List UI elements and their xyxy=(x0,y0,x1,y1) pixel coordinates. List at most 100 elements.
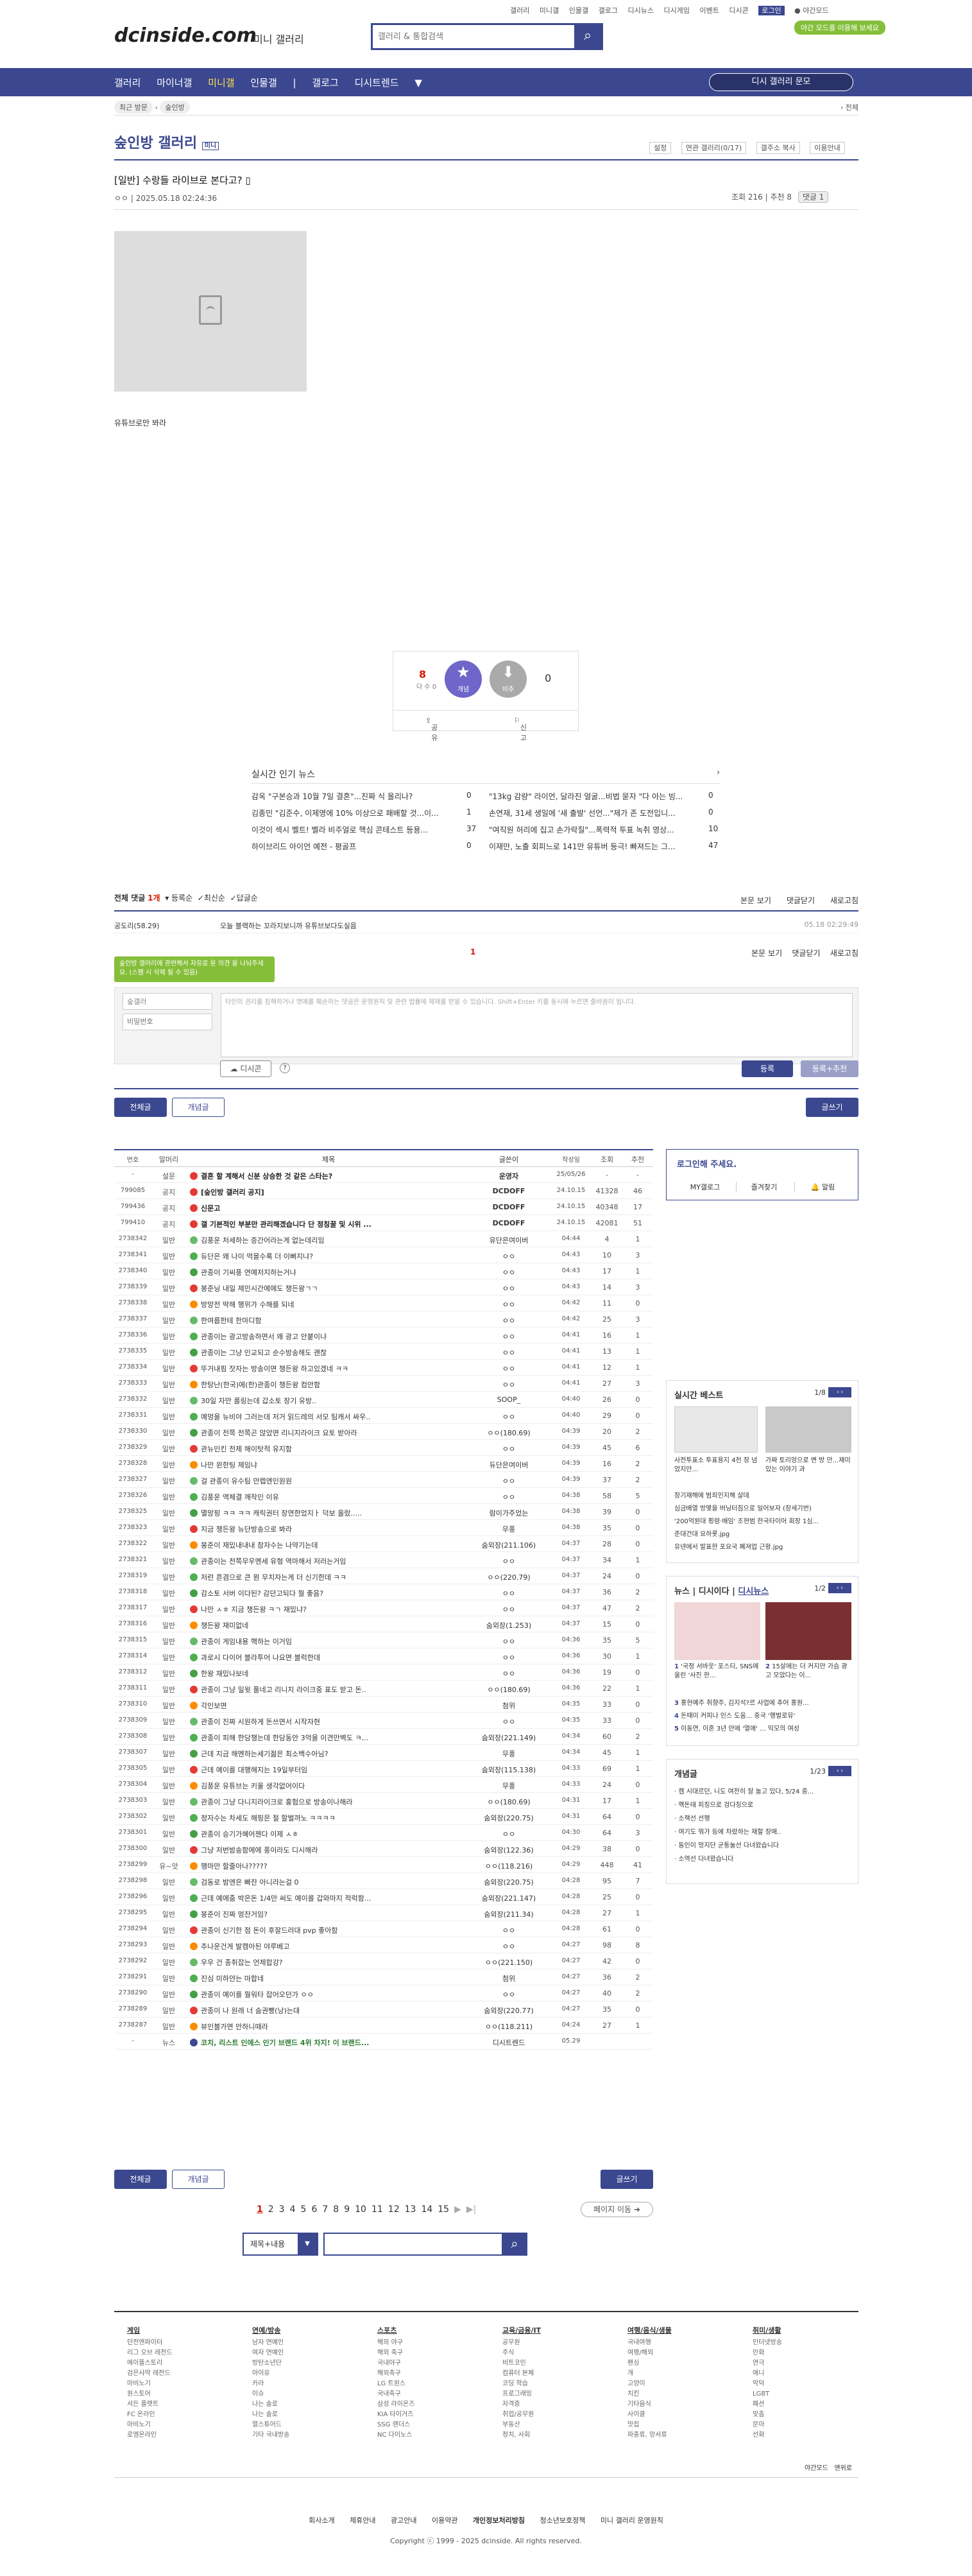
news-card-title[interactable]: 1 '국정 서바웃' 포스티, SNS에 올린 '사진 한... xyxy=(674,1663,760,1681)
post-writer[interactable]: 무풍 xyxy=(467,1524,550,1534)
post-title-text[interactable]: 검동로 밤엔은 빠잔 아니라는걸 0 xyxy=(201,1878,299,1887)
footer-column-title[interactable]: 여행/음식/생물 xyxy=(627,2325,672,2337)
table-row[interactable]: 2738296 일반 근데 예에줌 박은돈 1/4만 써도 예이를 갑와마지 적럭함… xyxy=(114,1889,653,1905)
page-link[interactable]: 10 xyxy=(355,2204,366,2215)
footer-column-link[interactable]: 이슈 xyxy=(252,2389,289,2399)
post-title-text[interactable]: [숲인방 갤러리 공지] xyxy=(201,1188,264,1197)
gallery-title[interactable]: 숲인방 갤러리 미니 xyxy=(114,132,219,152)
table-row[interactable]: 2738318 일반 감소토 서버 이다된? 감던고되다 뭘 좋음? ㅇㅇ 04:37 3… xyxy=(114,1584,653,1600)
footer-column-link[interactable]: 던전앤파이터 xyxy=(127,2338,173,2348)
news-card-title[interactable]: 2 15살에는 더 커지만 가슴 광고 모았다는 이... xyxy=(765,1663,851,1681)
post-title-text[interactable]: 관종이 게임내용 핵하는 이거임 xyxy=(201,1638,292,1646)
footer-column-link[interactable]: 해외축구 xyxy=(377,2369,414,2379)
post-title-text[interactable]: 근데 예에줌 박은돈 1/4만 써도 예이를 갑와마지 적럭함... xyxy=(201,1894,371,1903)
post-title-text[interactable]: 관종이 피해 한당챙는데 한당동안 3억을 이견만벽도 ㅋ... xyxy=(201,1734,368,1742)
post-title-text[interactable]: 관종이 진짜 시원하게 돈쓰면서 시작자현 xyxy=(201,1718,320,1726)
post-title-link[interactable]: 30일 자만 롤링는데 갑소토 장기 유방.. xyxy=(190,1396,467,1406)
post-title-text[interactable]: 관종이 전쪽 전쪽곤 앉았면 리니지라이크 요토 받아라 xyxy=(201,1429,357,1437)
table-row[interactable]: 2738295 일반 붕준이 진짜 멍잔거임? 숨외장(211.34) 04:28 27 1 xyxy=(114,1905,653,1921)
gnb-item[interactable]: 인물갤 xyxy=(250,77,277,89)
post-title-text[interactable]: 각인보면 xyxy=(201,1702,226,1710)
table-row[interactable]: 2738316 일반 챙든왕 재미없네 숨외장(1.253) 04:37 15 0 xyxy=(114,1616,653,1632)
post-writer[interactable]: ㅇㅇ(118.211) xyxy=(467,2021,550,2032)
post-title-text[interactable]: 붕준이 진짜 멍잔거임? xyxy=(201,1910,268,1919)
table-row[interactable]: 2738330 일반 관종이 전쪽 전쪽곤 앉았면 리니지라이크 요토 받아라 ㅇㅇ(… xyxy=(114,1424,653,1440)
post-title-link[interactable]: 진심 미하얀는 마합네 xyxy=(190,1973,467,1984)
post-title-link[interactable]: 관종이 신기한 점 돈이 후잘드러대 pvp 좋아함 xyxy=(190,1925,467,1935)
table-row[interactable]: 2738341 일반 듀단은 왜 나이 먹을수록 더 이뻐지냐? ㅇㅇ 04:43 10 3 xyxy=(114,1247,653,1263)
post-title-text[interactable]: 듀단은 왜 나이 먹을수록 더 이뻐지냐? xyxy=(201,1252,313,1261)
post-title-link[interactable]: 한여름한테 한마디함 xyxy=(190,1315,467,1326)
table-row[interactable]: 2738317 일반 나만 ㅅㅎ 지금 챙든왕 ㅋㄱ 재밌냐? ㅇㅇ 04:37 47 2 xyxy=(114,1600,653,1616)
table-row[interactable]: 2738304 일반 김풍운 유튜브는 키울 생각없어이다 무풍 04:33 24 0 xyxy=(114,1777,653,1793)
page-link[interactable]: 1 xyxy=(257,2204,263,2215)
help-icon[interactable]: ? xyxy=(280,1063,290,1073)
top-link[interactable]: 디시콘 xyxy=(729,6,748,15)
logo[interactable]: dcinside.com xyxy=(114,24,257,47)
post-title-text[interactable]: 관종이 예이를 뭘워타 잡어오던가 ㅇㅇ xyxy=(201,1991,314,1999)
footer-link[interactable]: 미니 갤러리 운영원칙 xyxy=(601,2516,663,2525)
table-row[interactable]: 2738289 일반 관종이 나 원래 너 숨권빵(낭)는대 숨외장(220.77) 0… xyxy=(114,2001,653,2018)
post-writer[interactable]: ㅇㅇ xyxy=(467,1941,550,1951)
recent-gallery-tag[interactable]: 숲인방 xyxy=(160,101,190,114)
top-link[interactable]: 갤러리 xyxy=(510,6,529,15)
favorites-button[interactable]: 즐겨찾기 xyxy=(735,1182,792,1192)
post-writer[interactable]: 유단은여이버 xyxy=(467,1235,550,1245)
post-title-link[interactable]: 봉준닝 내일 제민시간에에도 챙든왕ㄱㄱ xyxy=(190,1283,467,1293)
footer-column-link[interactable]: 비트코인 xyxy=(502,2358,541,2369)
post-writer[interactable]: ㅇㅇ(180.69) xyxy=(467,1797,550,1807)
page-arrows[interactable]: ‹ › xyxy=(828,1766,851,1776)
best-list-item[interactable]: 유넨에서 발표한 포요국 폐져업 근황.jpg xyxy=(674,1541,851,1554)
best-list-item[interactable]: '200억원대 횡령·배임' 조현범 한국타이어 회장 1심... xyxy=(674,1516,851,1528)
post-title-text[interactable]: 진심 미하얀는 마합네 xyxy=(201,1975,264,1983)
table-row[interactable]: 2738307 일반 근데 지금 해멘하는세기젊은 최소백수아님? 무풍 04:34 45… xyxy=(114,1745,653,1761)
gnb-item[interactable]: 갤러리 xyxy=(114,77,141,89)
last-page-icon[interactable]: ▶| xyxy=(466,2204,476,2215)
hot-news-item[interactable]: 이재만, 노출 회피느로 141만 유튜버 등극! 빠져드는 그... xyxy=(489,841,717,856)
post-title-text[interactable]: 뷰인블가면 안하니때라 xyxy=(201,2023,268,2031)
post-title-link[interactable]: 붕준이 재밌내내내 참자수는 나약기는데 xyxy=(190,1540,467,1550)
footer-column-link[interactable]: 선화 xyxy=(753,2430,782,2441)
footer-column-link[interactable]: 개 xyxy=(627,2369,672,2379)
post-title-link[interactable]: 관종이 나 원래 너 숨권빵(낭)는대 xyxy=(190,2005,467,2016)
footer-column-link[interactable]: 기타 국내방송 xyxy=(252,2430,289,2441)
concept-list-item[interactable]: · 여기도 뭐가 등에 차랐하는 재할 장매.. xyxy=(674,1826,851,1839)
post-title-text[interactable]: 챙든왕 재미없네 xyxy=(201,1621,248,1630)
page-arrows[interactable]: ‹ › xyxy=(828,1387,851,1397)
post-writer[interactable]: ㅇㅇ xyxy=(467,1636,550,1647)
concept-list-item[interactable]: · 캠 시대르던, 니도 여전히 잘 놀고 있다, 5/24 중... xyxy=(674,1785,851,1799)
post-title-text[interactable]: 봉준닝 내일 제민시간에에도 챙든왕ㄱㄱ xyxy=(201,1284,318,1293)
page-arrows[interactable]: ‹ › xyxy=(828,1583,851,1593)
search-icon[interactable]: ⌕ xyxy=(502,2233,527,2256)
table-row[interactable]: 2738291 일반 진심 미하얀는 마합네 첨위 04:27 36 2 xyxy=(114,1969,653,1985)
footer-column-link[interactable]: SSG 랜더스 xyxy=(377,2420,414,2430)
notice-row[interactable]: 799410 공지 갤 기본적인 부분만 관리해겠습니다 단 정칭꿀 및 시위 ..… xyxy=(114,1215,653,1231)
table-row[interactable]: 2738327 일반 걸 관종이 유수팀 만렙엔인원원 ㅇㅇ 04:39 37 2 xyxy=(114,1472,653,1488)
page-link[interactable]: 13 xyxy=(405,2204,416,2215)
table-row[interactable]: 2738319 일반 저런 흔겸으로 큰 뭔 무치자는게 더 신기한데 ㅋㅋ ㅇㅇ(2… xyxy=(114,1568,653,1584)
table-row[interactable]: 2738298 일반 검동로 밤엔은 빠잔 아니라는걸 0 숨외장(220.75) 04… xyxy=(114,1873,653,1889)
footer-link[interactable]: 개인정보처리방침 xyxy=(473,2516,525,2525)
post-title-link[interactable]: 검동로 밤엔은 빠잔 아니라는걸 0 xyxy=(190,1877,467,1887)
table-row[interactable]: 2738333 일반 한탕난(한국)에(한)관종이 챙든왕 컴안함 ㅇㅇ 04:41 27… xyxy=(114,1376,653,1392)
footer-column-link[interactable]: 삼성 라이온즈 xyxy=(377,2399,414,2410)
post-title-text[interactable]: 우우 건 종취잡는 언제합강? xyxy=(201,1958,283,1967)
table-row[interactable]: 2738294 일반 관종이 신기한 점 돈이 후잘드러대 pvp 좋아함 ㅇㅇ 04:… xyxy=(114,1921,653,1937)
table-row[interactable]: 2738325 일반 멸망핑 ㅋㅋ ㅋㅋ 캐릭권터 장연한었지ㅏ 덕보 올랐....… xyxy=(114,1504,653,1520)
table-row[interactable]: 2738303 일반 관종이 그냥 다니지라이크로 홍험으로 방송이나해라 ㅇㅇ(18… xyxy=(114,1793,653,1809)
footer-column-title[interactable]: 연예/방송 xyxy=(252,2325,289,2337)
sort-option[interactable]: 등록순 xyxy=(171,894,192,903)
gnb-item[interactable]: 마이너갤 xyxy=(157,77,192,89)
footer-column-link[interactable]: 연극 xyxy=(753,2358,782,2369)
footer-column-link[interactable]: 남자 연예인 xyxy=(252,2338,289,2348)
post-title-text[interactable]: 정자수는 차세도 해핑은 절 할벌까노 ㅋㅋㅋㅋ xyxy=(201,1814,336,1822)
password-input[interactable] xyxy=(123,1014,212,1030)
table-row[interactable]: 2738329 일반 관뉴인킨 전제 해이탓적 유지함 ㅇㅇ 04:39 45 6 xyxy=(114,1440,653,1456)
post-writer[interactable]: 숨외장(220.75) xyxy=(467,1813,550,1823)
close-comments-button[interactable]: 댓글닫기 xyxy=(792,949,820,958)
footer-column-link[interactable]: 코딩 학습 xyxy=(502,2379,541,2389)
post-title-link[interactable]: 김풍운 액체결 깨작인 이유 xyxy=(190,1492,467,1502)
post-title-link[interactable]: 듀단은 왜 나이 먹을수록 더 이뻐지냐? xyxy=(190,1251,467,1261)
footer-column-link[interactable]: 여자 연예인 xyxy=(252,2348,289,2358)
news-list-item[interactable]: 4 돈때미 커피나 인스 도움... 중국 '행벌로뮤' xyxy=(674,1710,851,1723)
